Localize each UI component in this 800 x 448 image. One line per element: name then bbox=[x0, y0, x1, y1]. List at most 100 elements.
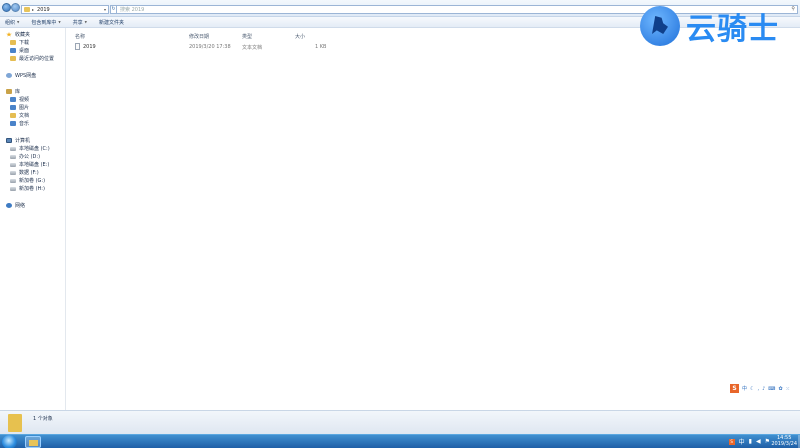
new-folder-label: 新建文件夹 bbox=[98, 19, 124, 26]
folder-icon bbox=[24, 7, 30, 12]
chevron-down-icon: ▼ bbox=[58, 20, 61, 24]
keyboard-icon[interactable]: ⌨ bbox=[768, 386, 775, 392]
sidebar-item-favorites[interactable]: 收藏夹 bbox=[6, 31, 30, 38]
folder-icon bbox=[8, 414, 22, 432]
sidebar-item-drive-f[interactable]: 数据 (F:) bbox=[10, 169, 39, 176]
sidebar-item-downloads[interactable]: 下载 bbox=[10, 39, 29, 46]
include-in-library-button[interactable]: 包含到库中 ▼ bbox=[31, 19, 60, 26]
sidebar-item-label: 文档 bbox=[19, 113, 30, 119]
flag-icon[interactable]: ⚑ bbox=[765, 438, 770, 445]
sidebar-item-computer[interactable]: 计算机 bbox=[6, 137, 30, 144]
sogou-ime-icon[interactable]: S bbox=[730, 384, 739, 393]
sidebar-item-label: 下载 bbox=[19, 40, 30, 46]
desktop-icon bbox=[10, 48, 16, 53]
column-header-date[interactable]: 修改日期 bbox=[189, 33, 209, 40]
sidebar-item-label: 新加卷 (H:) bbox=[19, 186, 45, 192]
recent-places-icon bbox=[10, 56, 16, 61]
sidebar-item-label: 本地磁盘 (C:) bbox=[19, 146, 50, 152]
chevron-down-icon: ▼ bbox=[17, 20, 20, 24]
drive-icon bbox=[10, 146, 16, 151]
sidebar-item-label: 收藏夹 bbox=[15, 32, 31, 38]
file-name[interactable]: 2019 bbox=[83, 44, 96, 51]
punctuation-icon[interactable]: , bbox=[758, 386, 760, 392]
drive-icon bbox=[10, 186, 16, 191]
brand-text: 云骑士 bbox=[686, 12, 779, 47]
sidebar-item-label: 音乐 bbox=[19, 121, 30, 127]
tray-ime-icon[interactable]: S bbox=[728, 438, 735, 445]
forward-button[interactable] bbox=[11, 3, 20, 12]
drive-icon bbox=[10, 162, 16, 167]
sidebar-item-label: 新加卷 (G:) bbox=[19, 178, 46, 184]
microphone-icon[interactable]: ♪ bbox=[762, 386, 765, 392]
moon-icon[interactable]: ☾ bbox=[750, 386, 754, 392]
new-folder-button[interactable]: 新建文件夹 bbox=[99, 19, 124, 26]
column-header-name[interactable]: 名称 bbox=[75, 33, 85, 40]
taskbar: S 中 ▮ ◀ ⚑ 14:55 2019/3/24 bbox=[0, 434, 800, 448]
sidebar-item-drive-h[interactable]: 新加卷 (H:) bbox=[10, 185, 45, 192]
sidebar-item-wps[interactable]: WPS网盘 bbox=[6, 72, 36, 79]
file-date: 2019/3/20 17:38 bbox=[189, 44, 231, 50]
chevron-down-icon: ▼ bbox=[84, 20, 87, 24]
drive-icon bbox=[10, 170, 16, 175]
sidebar-item-network[interactable]: 网络 bbox=[6, 202, 25, 209]
address-box[interactable]: ▸ 2019 ▾ bbox=[21, 5, 109, 14]
back-button[interactable] bbox=[2, 3, 11, 12]
sidebar-item-label: 数据 (F:) bbox=[19, 170, 39, 176]
organize-label: 组织 bbox=[5, 19, 16, 26]
sidebar-item-music[interactable]: 音乐 bbox=[10, 120, 29, 127]
sidebar-item-videos[interactable]: 视频 bbox=[10, 96, 29, 103]
item-count: 1 个对象 bbox=[33, 416, 53, 422]
navigation-pane: 收藏夹 下载 桌面 最近访问的位置 WPS网盘 库 视频 图片 文档 音乐 计算… bbox=[0, 28, 66, 410]
system-tray: S 中 ▮ ◀ ⚑ bbox=[725, 437, 770, 446]
document-icon bbox=[10, 113, 16, 118]
brand-watermark: 云骑士 bbox=[640, 4, 779, 48]
cloud-drive-icon bbox=[6, 73, 12, 78]
ime-toolbar: S 中 ☾ , ♪ ⌨ ✿ ⁙ bbox=[730, 384, 798, 393]
sidebar-item-desktop[interactable]: 桌面 bbox=[10, 47, 29, 54]
sidebar-item-label: 视频 bbox=[19, 97, 30, 103]
chevron-down-icon[interactable]: ▾ bbox=[104, 7, 106, 12]
tray-language[interactable]: 中 bbox=[739, 437, 745, 446]
sidebar-item-label: 最近访问的位置 bbox=[19, 56, 55, 62]
start-button[interactable] bbox=[2, 435, 17, 448]
file-type: 文本文档 bbox=[242, 45, 263, 51]
network-icon bbox=[6, 203, 12, 208]
volume-icon[interactable]: ◀ bbox=[756, 438, 761, 445]
sidebar-item-label: 计算机 bbox=[15, 138, 31, 144]
breadcrumb-current[interactable]: 2019 bbox=[37, 7, 50, 13]
sidebar-item-drive-e[interactable]: 本地磁盘 (E:) bbox=[10, 161, 49, 168]
share-button[interactable]: 共享 ▼ bbox=[73, 19, 87, 26]
sidebar-item-drive-d[interactable]: 办公 (D:) bbox=[10, 153, 40, 160]
network-icon[interactable]: ▮ bbox=[749, 438, 752, 445]
column-header-size[interactable]: 大小 bbox=[295, 33, 305, 40]
sidebar-item-drive-g[interactable]: 新加卷 (G:) bbox=[10, 177, 45, 184]
drive-icon bbox=[10, 178, 16, 183]
sidebar-item-recent[interactable]: 最近访问的位置 bbox=[10, 55, 54, 62]
drive-icon bbox=[10, 154, 16, 159]
sidebar-item-pictures[interactable]: 图片 bbox=[10, 104, 29, 111]
star-icon bbox=[6, 32, 12, 37]
sidebar-item-drive-c[interactable]: 本地磁盘 (C:) bbox=[10, 145, 50, 152]
taskbar-explorer-button[interactable] bbox=[25, 436, 41, 448]
sidebar-item-label: 网络 bbox=[15, 203, 26, 209]
skin-icon[interactable]: ✿ bbox=[779, 386, 783, 392]
column-header-type[interactable]: 类型 bbox=[242, 33, 252, 40]
music-icon bbox=[10, 121, 16, 126]
sidebar-item-label: 图片 bbox=[19, 105, 30, 111]
sidebar-item-libraries[interactable]: 库 bbox=[6, 88, 20, 95]
sidebar-item-label: 库 bbox=[15, 89, 21, 95]
clock[interactable]: 14:55 2019/3/24 bbox=[771, 435, 797, 447]
organize-button[interactable]: 组织 ▼ bbox=[5, 19, 19, 26]
details-pane: 1 个对象 bbox=[0, 410, 800, 434]
sidebar-item-label: 本地磁盘 (E:) bbox=[19, 162, 50, 168]
text-file-icon bbox=[75, 43, 80, 50]
share-label: 共享 bbox=[72, 19, 83, 26]
sidebar-item-label: 桌面 bbox=[19, 48, 30, 54]
search-icon[interactable]: ⚲ bbox=[791, 6, 795, 12]
ime-mode-label[interactable]: 中 bbox=[742, 385, 747, 392]
download-folder-icon bbox=[10, 40, 16, 45]
library-icon bbox=[6, 89, 12, 94]
file-list-pane: 名称 修改日期 类型 大小 2019 2019/3/20 17:38 文本文档 … bbox=[67, 28, 800, 410]
sidebar-item-documents[interactable]: 文档 bbox=[10, 112, 29, 119]
grid-menu-icon[interactable]: ⁙ bbox=[786, 386, 790, 392]
